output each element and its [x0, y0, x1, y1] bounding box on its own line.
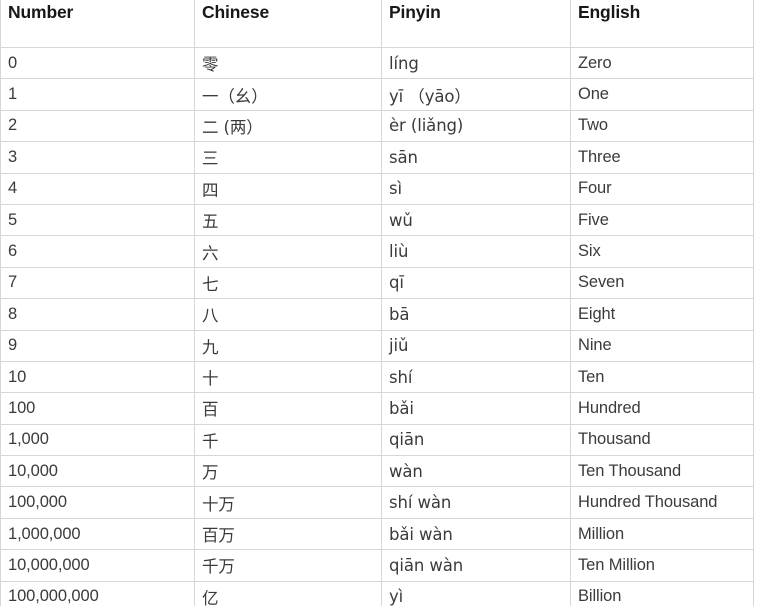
cell-chinese: 三	[194, 141, 382, 174]
table-row: 4 四 sì Four	[0, 173, 754, 205]
cell-pinyin: qiān wàn	[381, 549, 571, 582]
cell-english: One	[570, 78, 754, 111]
cell-english: Billion	[570, 581, 754, 606]
table-row: 1,000,000 百万 bǎi wàn Million	[0, 518, 754, 551]
cell-number: 1	[0, 78, 195, 111]
cell-pinyin: sān	[381, 141, 571, 174]
cell-chinese: 九	[194, 330, 382, 362]
cell-english: Ten Thousand	[570, 455, 754, 488]
cell-pinyin: bā	[381, 298, 571, 331]
table-header-row: Number Chinese Pinyin English	[0, 0, 754, 48]
table-row: 10,000 万 wàn Ten Thousand	[0, 455, 754, 488]
cell-chinese: 千万	[194, 549, 382, 582]
table-row: 3 三 sān Three	[0, 141, 754, 174]
table-body: 0 零 líng Zero 1 一（幺） yī （yāo） One 2 二 (两） èr (liǎn…	[0, 47, 754, 606]
cell-chinese: 八	[194, 298, 382, 331]
table-row: 100,000,000 亿 yì Billion	[0, 581, 754, 606]
table-row: 10 十 shí Ten	[0, 361, 754, 394]
cell-number: 3	[0, 141, 195, 174]
cell-english: Million	[570, 518, 754, 551]
cell-pinyin: shí wàn	[381, 486, 571, 519]
chinese-numbers-table: Number Chinese Pinyin English 0 零 líng Zero…	[0, 0, 754, 606]
cell-english: Hundred Thousand	[570, 486, 754, 519]
cell-pinyin: yì	[381, 581, 571, 606]
cell-english: Six	[570, 235, 754, 268]
table-row: 6 六 liù Six	[0, 235, 754, 268]
cell-english: Zero	[570, 47, 754, 80]
cell-pinyin: wǔ	[381, 204, 571, 237]
cell-number: 6	[0, 235, 195, 268]
cell-pinyin: sì	[381, 173, 571, 205]
cell-english: Eight	[570, 298, 754, 331]
cell-pinyin: qiān	[381, 424, 571, 457]
column-header-chinese: Chinese	[194, 0, 382, 48]
cell-chinese: 百万	[194, 518, 382, 551]
table-row: 7 七 qī Seven	[0, 267, 754, 300]
cell-number: 100,000,000	[0, 581, 195, 606]
cell-english: Ten	[570, 361, 754, 394]
cell-chinese: 五	[194, 204, 382, 237]
cell-english: Four	[570, 173, 754, 205]
cell-chinese: 一（幺）	[194, 78, 382, 111]
table-row: 10,000,000 千万 qiān wàn Ten Million	[0, 549, 754, 582]
column-header-number: Number	[0, 0, 195, 48]
cell-number: 2	[0, 110, 195, 143]
table-row: 8 八 bā Eight	[0, 298, 754, 331]
cell-chinese: 七	[194, 267, 382, 300]
cell-chinese: 亿	[194, 581, 382, 606]
cell-number: 9	[0, 330, 195, 362]
column-header-pinyin: Pinyin	[381, 0, 571, 48]
cell-number: 0	[0, 47, 195, 80]
cell-chinese: 零	[194, 47, 382, 80]
cell-chinese: 万	[194, 455, 382, 488]
cell-number: 10,000	[0, 455, 195, 488]
cell-chinese: 百	[194, 392, 382, 425]
cell-pinyin: líng	[381, 47, 571, 80]
table-row: 1,000 千 qiān Thousand	[0, 424, 754, 457]
cell-english: Ten Million	[570, 549, 754, 582]
cell-number: 1,000,000	[0, 518, 195, 551]
cell-pinyin: yī （yāo）	[381, 78, 571, 111]
cell-number: 10	[0, 361, 195, 394]
cell-pinyin: bǎi	[381, 392, 571, 425]
cell-number: 8	[0, 298, 195, 331]
table-header: Number Chinese Pinyin English	[0, 0, 754, 48]
cell-english: Seven	[570, 267, 754, 300]
cell-pinyin: jiǔ	[381, 330, 571, 362]
cell-number: 7	[0, 267, 195, 300]
table-row: 2二 (两） èr (liǎng) Two	[0, 110, 754, 143]
cell-chinese: 六	[194, 235, 382, 268]
cell-number: 4	[0, 173, 195, 205]
cell-pinyin: shí	[381, 361, 571, 394]
table-row: 100,000 十万 shí wàn Hundred Thousand	[0, 486, 754, 519]
cell-number: 10,000,000	[0, 549, 195, 582]
cell-pinyin: wàn	[381, 455, 571, 488]
cell-pinyin: bǎi wàn	[381, 518, 571, 551]
cell-number: 100,000	[0, 486, 195, 519]
column-header-english: English	[570, 0, 754, 48]
cell-english: Thousand	[570, 424, 754, 457]
cell-english: Nine	[570, 330, 754, 362]
cell-english: Five	[570, 204, 754, 237]
cell-chinese: 十万	[194, 486, 382, 519]
table-row: 9 九 jiǔ Nine	[0, 330, 754, 362]
cell-number: 1,000	[0, 424, 195, 457]
cell-chinese: 四	[194, 173, 382, 205]
table-row: 5 五 wǔ Five	[0, 204, 754, 237]
cell-number: 5	[0, 204, 195, 237]
cell-english: Hundred	[570, 392, 754, 425]
cell-pinyin: liù	[381, 235, 571, 268]
cell-english: Three	[570, 141, 754, 174]
cell-english: Two	[570, 110, 754, 143]
cell-number: 100	[0, 392, 195, 425]
table-row: 1 一（幺） yī （yāo） One	[0, 78, 754, 111]
table-row: 0 零 líng Zero	[0, 47, 754, 80]
cell-pinyin: èr (liǎng)	[381, 110, 571, 143]
table-container: Number Chinese Pinyin English 0 零 líng Zero…	[0, 0, 768, 606]
table-row: 100 百 bǎi Hundred	[0, 392, 754, 425]
cell-chinese: 二 (两）	[194, 110, 382, 143]
cell-chinese: 十	[194, 361, 382, 394]
cell-chinese: 千	[194, 424, 382, 457]
cell-pinyin: qī	[381, 267, 571, 300]
